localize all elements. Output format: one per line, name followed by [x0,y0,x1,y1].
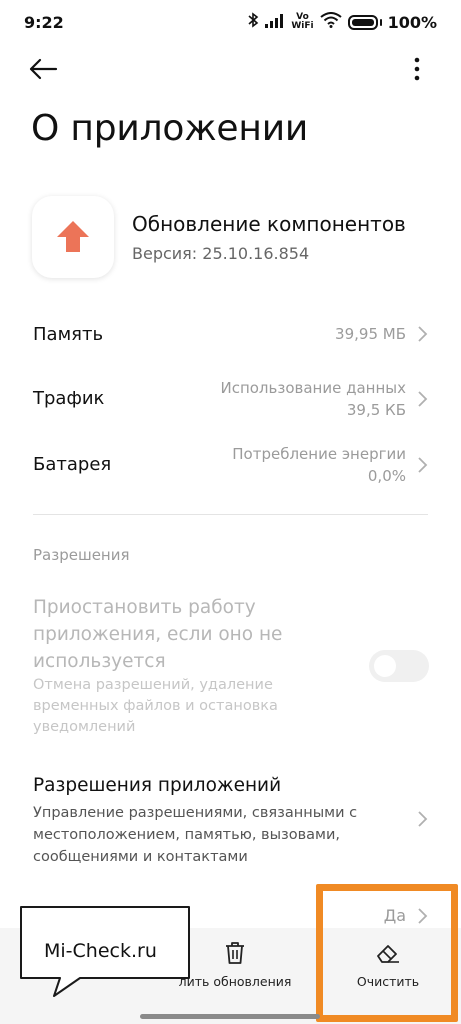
pause-app-toggle[interactable] [369,650,429,682]
memory-value: 39,95 МБ [335,325,406,343]
uninstall-updates-label: лить обновления [178,974,292,989]
chevron-right-icon [418,326,428,342]
battery-percent: 100% [387,12,437,32]
top-bar [0,44,461,96]
memory-row[interactable]: Память 39,95 МБ [0,316,461,352]
trash-icon [224,940,246,966]
battery-icon [347,14,378,30]
more-vertical-icon [414,57,420,81]
battery-row[interactable]: Батарея Потребление энергии 0,0% [0,442,461,488]
wifi-icon [319,12,342,32]
chevron-right-icon [418,391,428,407]
app-info-card: Обновление компонентов Версия: 25.10.16.… [30,196,450,282]
app-permissions-title: Разрешения приложений [33,775,282,796]
page-title: О приложении [31,108,309,149]
app-name: Обновление компонентов [132,212,406,236]
status-icons: Vo WiFi 100% [247,12,437,32]
chevron-right-icon [418,457,428,473]
chevron-right-icon [418,811,428,827]
battery-value: 0,0% [367,467,406,485]
pause-app-description: Отмена разрешений, удаление временных фа… [33,677,278,735]
app-version: Версия: 25.10.16.854 [132,244,310,263]
signal-icon [265,13,285,32]
status-bar: 9:22 Vo WiFi 100% [0,0,461,44]
watermark-text: Mi-Check.ru [44,940,157,962]
divider [33,514,428,515]
battery-cap [379,18,382,26]
traffic-row[interactable]: Трафик Использование данных 39,5 КБ [0,376,461,422]
battery-value-title: Потребление энергии [232,445,406,463]
wifi-call-label: WiFi [291,21,314,31]
traffic-value-title: Использование данных [220,379,406,397]
back-arrow-icon [29,58,58,80]
bluetooth-icon [247,12,259,32]
status-time: 9:22 [24,12,64,32]
battery-label: Батарея [33,454,112,475]
volte-wifi-icon: Vo WiFi [291,13,313,31]
permissions-section-title: Разрешения [33,546,130,564]
pause-app-title: Приостановить работу приложения, если он… [33,597,283,672]
arrow-up-icon [57,221,89,252]
traffic-value: 39,5 КБ [346,401,406,419]
toggle-knob [374,655,396,677]
home-indicator[interactable] [140,1014,320,1019]
app-icon [32,196,114,278]
traffic-label: Трафик [33,388,105,409]
highlight-box [316,884,458,1022]
back-button[interactable] [28,54,64,84]
app-permissions-description: Управление разрешениями, связанными с ме… [33,805,358,865]
more-options-button[interactable] [407,52,427,86]
memory-label: Память [33,324,104,345]
